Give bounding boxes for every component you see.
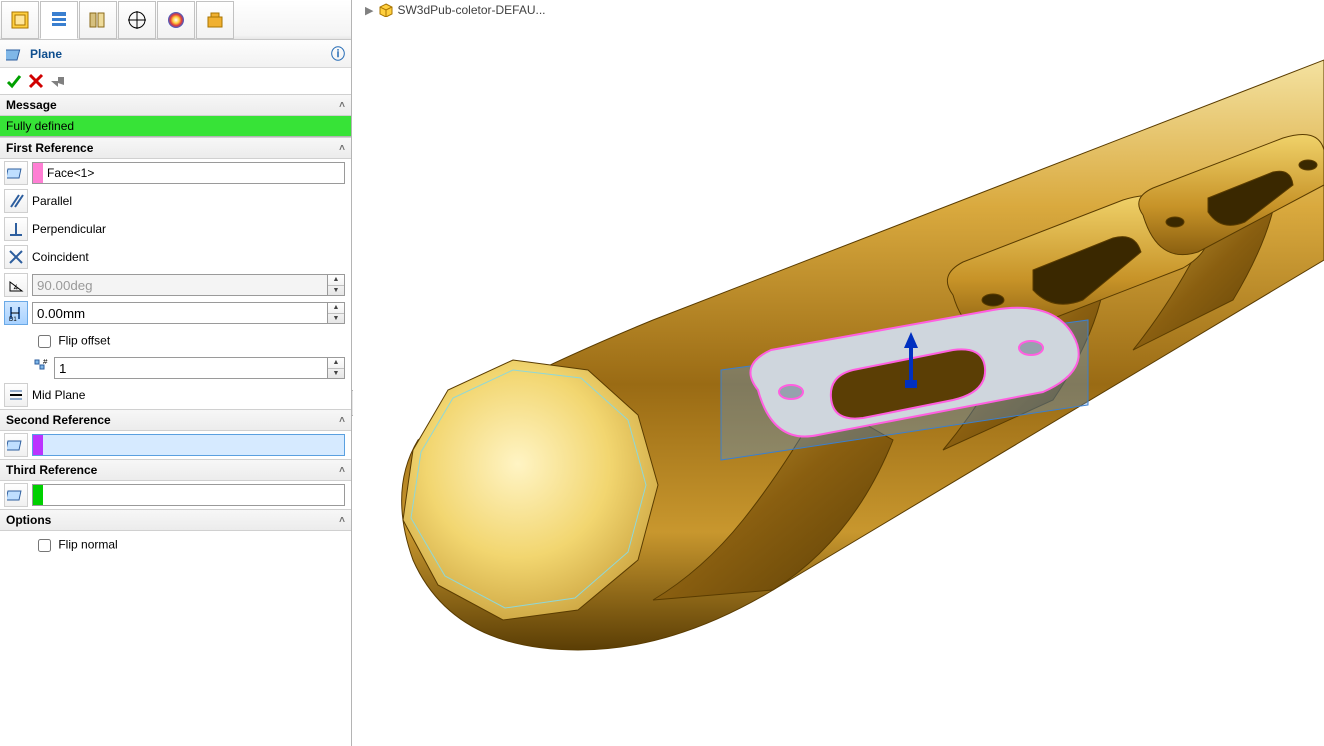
configuration-icon [87,9,109,31]
perpendicular-icon [4,217,28,241]
ok-cancel-row [0,68,351,94]
instances-input[interactable] [54,357,328,379]
third-ref-selection-row [0,481,351,509]
flip-offset-row: Flip offset [0,327,351,355]
flip-offset-label: Flip offset [58,333,110,347]
midplane-label: Mid Plane [32,388,345,402]
property-manager-tab[interactable] [40,1,78,39]
display-manager-tab[interactable] [157,1,195,39]
help-icon[interactable]: ⓘ [331,44,345,64]
section-first-ref-header[interactable]: First Reference ˄ [0,137,351,159]
graphics-viewport[interactable]: ▶ SW3dPub-coletor-DEFAU... [353,0,1324,746]
section-message-header[interactable]: Message ˄ [0,94,351,116]
section-third-ref-header[interactable]: Third Reference ˄ [0,459,351,481]
offset-spin[interactable]: ▲▼ [327,302,345,324]
dimxpert-manager-tab[interactable] [118,1,156,39]
angle-input [32,274,328,296]
flip-normal-label: Flip normal [58,537,117,551]
second-ref-selection-row [0,431,351,459]
svg-text:∡: ∡ [13,285,18,291]
flip-normal-label-wrap[interactable]: Flip normal [34,536,118,555]
instances-row: # ▲▼ [0,355,351,381]
appearance-icon [165,9,187,31]
dimxpert-icon [126,9,148,31]
first-ref-entity-icon[interactable] [4,161,28,185]
flip-offset-checkbox[interactable] [38,335,51,348]
chevron-up-icon: ˄ [339,100,345,111]
parallel-icon [4,189,28,213]
second-ref-selection-box[interactable] [32,434,345,456]
instances-spin[interactable]: ▲▼ [327,357,345,379]
third-ref-entity-icon[interactable] [4,483,28,507]
section-first-ref-title: First Reference [6,141,93,155]
property-manager-icon [48,9,70,31]
section-second-ref-title: Second Reference [6,413,111,427]
instances-icon: # [34,359,50,378]
third-ref-selection-box[interactable] [32,484,345,506]
midplane-row[interactable]: Mid Plane [0,381,351,409]
feature-manager-tab[interactable] [1,1,39,39]
offset-distance-icon[interactable]: D1 [4,301,28,325]
section-second-ref-header[interactable]: Second Reference ˄ [0,409,351,431]
constraint-perpendicular-row[interactable]: Perpendicular [0,215,351,243]
ok-button[interactable] [6,73,22,89]
flip-normal-checkbox[interactable] [38,539,51,552]
flip-normal-row: Flip normal [0,531,351,559]
plane-status-banner: Fully defined [0,116,351,137]
feature-tree-icon [9,9,31,31]
constraint-coincident-row[interactable]: Coincident [0,243,351,271]
feature-toolbox-tab[interactable] [196,1,234,39]
first-ref-selection-row: Face<1> [0,159,351,187]
angle-row: ∡ ▲▼ [0,271,351,299]
feature-title-row: Plane ⓘ [0,40,351,68]
chevron-up-icon: ˄ [339,415,345,426]
svg-text:D1: D1 [9,317,17,322]
offset-row: D1 ▲▼ [0,299,351,327]
constraint-coincident-label: Coincident [32,250,345,264]
midplane-icon [4,383,28,407]
configuration-manager-tab[interactable] [79,1,117,39]
plane-icon [6,45,24,63]
selection-color-chip [33,485,43,505]
cancel-button[interactable] [28,73,44,89]
chevron-up-icon: ˄ [339,143,345,154]
chevron-up-icon: ˄ [339,515,345,526]
constraint-perpendicular-label: Perpendicular [32,222,345,236]
selection-color-chip [33,163,43,183]
chevron-up-icon: ˄ [339,465,345,476]
constraint-parallel-label: Parallel [32,194,345,208]
feature-title: Plane [30,47,62,61]
section-options-title: Options [6,513,51,527]
angle-icon[interactable]: ∡ [4,273,28,297]
angle-spin: ▲▼ [327,274,345,296]
property-manager-panel: Plane ⓘ Message ˄ Fully defined First Re… [0,0,352,746]
pushpin-button[interactable] [50,73,66,89]
first-ref-selection-box[interactable]: Face<1> [32,162,345,184]
section-message-title: Message [6,98,57,112]
constraint-parallel-row[interactable]: Parallel [0,187,351,215]
section-third-ref-title: Third Reference [6,463,97,477]
coincident-icon [4,245,28,269]
svg-text:#: # [43,359,48,366]
manager-tab-strip [0,0,351,40]
offset-input[interactable] [32,302,328,324]
selection-color-chip [33,435,43,455]
model-render [353,0,1324,746]
toolbox-icon [204,9,226,31]
flip-offset-label-wrap[interactable]: Flip offset [34,332,110,351]
second-ref-entity-icon[interactable] [4,433,28,457]
section-options-header[interactable]: Options ˄ [0,509,351,531]
